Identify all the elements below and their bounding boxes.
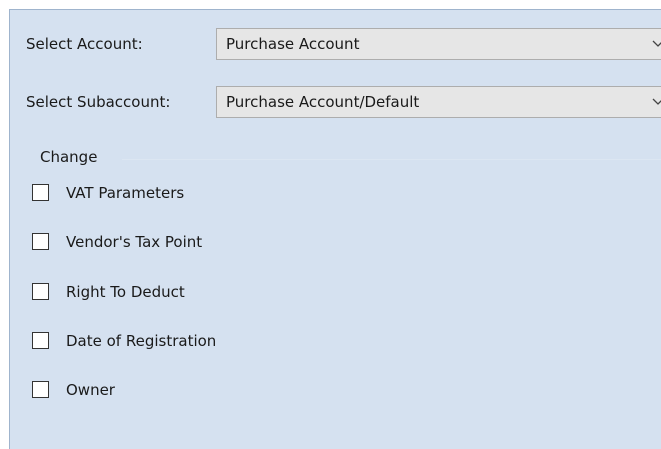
account-select-value: Purchase Account <box>226 35 360 53</box>
date-of-registration-label[interactable]: Date of Registration <box>66 331 216 351</box>
chevron-down-icon[interactable] <box>651 39 661 49</box>
vat-parameters-label[interactable]: VAT Parameters <box>66 183 184 203</box>
subaccount-select-value: Purchase Account/Default <box>226 93 420 111</box>
select-subaccount-label: Select Subaccount: <box>26 93 171 111</box>
vendors-tax-point-checkbox[interactable] <box>32 233 49 250</box>
subaccount-select[interactable]: Purchase Account/Default <box>216 86 661 118</box>
group-divider <box>122 159 661 160</box>
select-account-label: Select Account: <box>26 35 143 53</box>
owner-checkbox[interactable] <box>32 381 49 398</box>
change-group-title: Change <box>40 148 98 166</box>
owner-label[interactable]: Owner <box>66 380 115 400</box>
vat-parameters-checkbox[interactable] <box>32 184 49 201</box>
date-of-registration-checkbox[interactable] <box>32 332 49 349</box>
vendors-tax-point-label[interactable]: Vendor's Tax Point <box>66 232 202 252</box>
account-select[interactable]: Purchase Account <box>216 28 661 60</box>
right-to-deduct-checkbox[interactable] <box>32 283 49 300</box>
right-to-deduct-label[interactable]: Right To Deduct <box>66 282 185 302</box>
chevron-down-icon[interactable] <box>651 97 661 107</box>
dialog-panel: Select Account: Purchase Account Select … <box>9 9 661 449</box>
